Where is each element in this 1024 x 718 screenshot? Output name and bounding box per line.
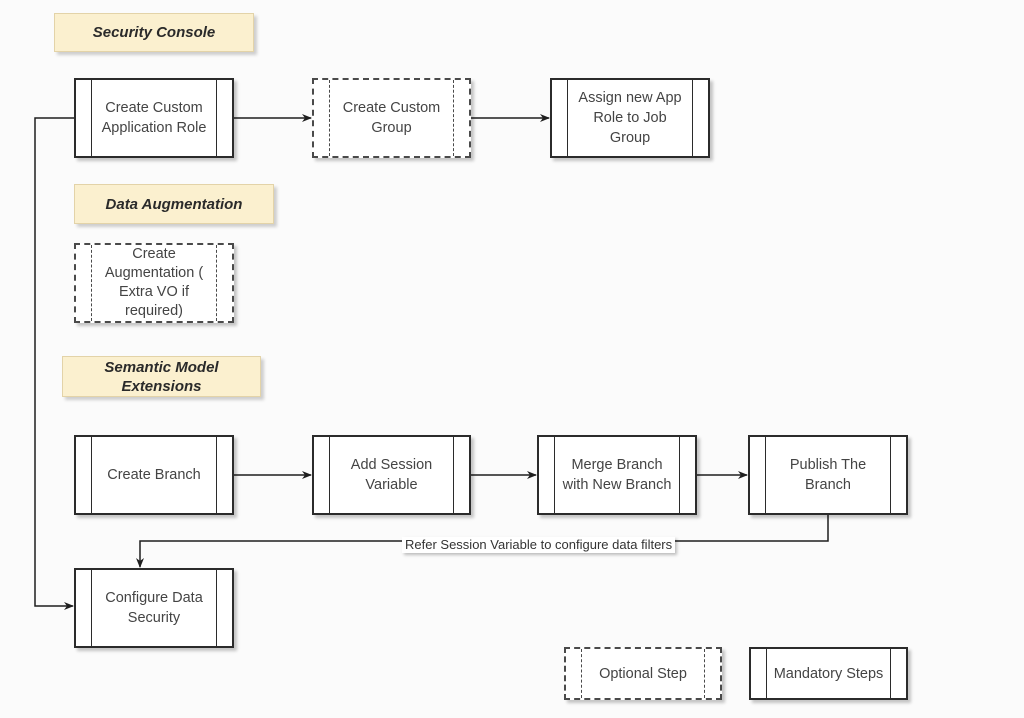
step-add-session-variable[interactable]: Add Session Variable [312, 435, 471, 515]
step-publish-the-branch[interactable]: Publish The Branch [748, 435, 908, 515]
legend-label: Mandatory Steps [773, 665, 884, 682]
process-bar-left [329, 437, 330, 513]
legend-label: Optional Step [599, 665, 687, 682]
step-label: Configure Data Security [105, 590, 203, 626]
section-data-augmentation: Data Augmentation [74, 184, 274, 224]
step-create-augmentation[interactable]: Create Augmentation ( Extra VO if requir… [74, 243, 234, 323]
process-bar-left [765, 437, 766, 513]
flow-diagram: Security Console Data Augmentation Seman… [0, 0, 1024, 718]
step-merge-branch[interactable]: Merge Branch with New Branch [537, 435, 697, 515]
edge-label-refer-session-variable: Refer Session Variable to configure data… [402, 537, 676, 553]
process-bar-left [766, 649, 767, 698]
legend-mandatory-steps: Mandatory Steps [749, 647, 908, 700]
step-label: Create Custom Application Role [101, 100, 207, 136]
process-bar-left [554, 437, 555, 513]
process-bar-right [890, 649, 891, 698]
step-label: Publish The Branch [789, 457, 867, 493]
section-security-console: Security Console [54, 13, 254, 52]
step-label: Create Augmentation ( Extra VO if requir… [104, 246, 204, 319]
process-bar-right [890, 437, 891, 513]
step-create-custom-application-role[interactable]: Create Custom Application Role [74, 78, 234, 158]
step-label: Merge Branch with New Branch [562, 457, 672, 493]
section-semantic-model-extensions: Semantic Model Extensions [62, 356, 261, 397]
step-label: Add Session Variable [350, 457, 433, 493]
process-bar-right [679, 437, 680, 513]
step-label: Create Branch [107, 467, 201, 483]
process-bar-right [453, 437, 454, 513]
step-create-custom-group[interactable]: Create Custom Group [312, 78, 471, 158]
step-label: Create Custom Group [342, 100, 441, 136]
step-configure-data-security[interactable]: Configure Data Security [74, 568, 234, 648]
step-assign-app-role-to-job-group[interactable]: Assign new App Role to Job Group [550, 78, 710, 158]
step-label: Assign new App Role to Job Group [578, 90, 682, 146]
step-create-branch[interactable]: Create Branch [74, 435, 234, 515]
legend-optional-step: Optional Step [564, 647, 722, 700]
